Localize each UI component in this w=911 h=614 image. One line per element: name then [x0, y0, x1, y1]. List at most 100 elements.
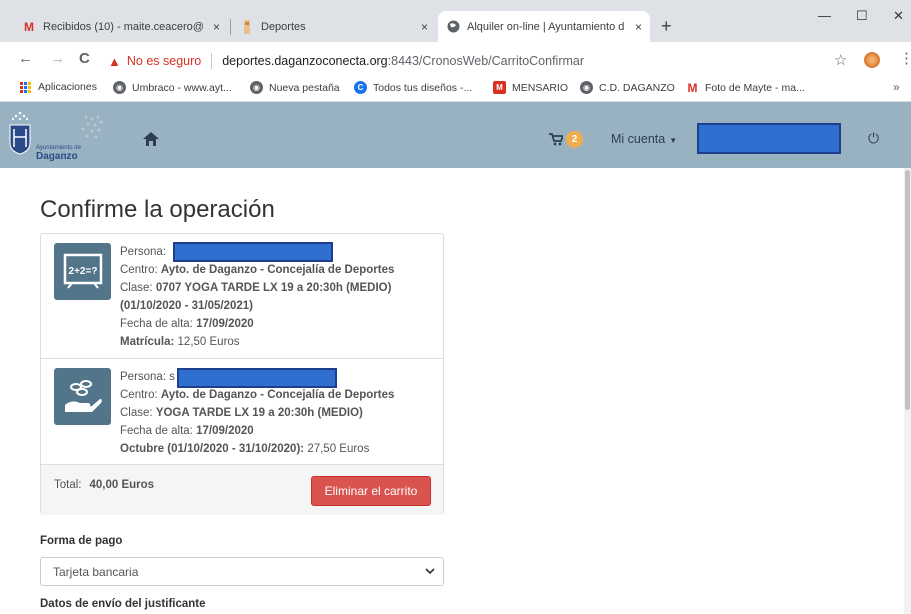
centro-row: Centro: Ayto. de Daganzo - Concejalía de… [120, 386, 394, 404]
daganzo-logo[interactable]: Ayuntamiento de Daganzo [8, 109, 108, 163]
minimize-button[interactable]: — [818, 8, 831, 23]
centro-label: Centro: [120, 389, 158, 401]
clase-label: Clase: [120, 282, 153, 294]
chevron-down-icon [425, 568, 435, 575]
extension-avatar-icon[interactable] [864, 52, 880, 68]
clase-row: Clase: YOGA TARDE LX 19 a 20:30h (MEDIO) [120, 404, 394, 422]
clase-dates: (01/10/2020 - 31/05/2021) [120, 300, 253, 312]
bookmark-label: MENSARIO [512, 81, 569, 94]
account-menu[interactable]: Mi cuenta ▼ [611, 132, 677, 146]
scrollbar-thumb[interactable] [905, 170, 910, 410]
url-omnibox[interactable]: ▲ No es seguro deportes.daganzoconecta.o… [108, 53, 584, 69]
fecha-row: Fecha de alta: 17/09/2020 [120, 422, 394, 440]
clase-row: Clase: 0707 YOGA TARDE LX 19 a 20:30h (M… [120, 279, 394, 297]
cart-total: Total: 40,00 Euros [54, 479, 154, 491]
canva-icon: C [354, 81, 367, 94]
bookmark-cd-daganzo[interactable]: ◉ C.D. DAGANZO [580, 81, 675, 94]
window-close-button[interactable]: ✕ [893, 8, 904, 24]
tab-separator [230, 19, 231, 35]
browser-menu-icon[interactable]: ⋮ [899, 49, 911, 67]
bookmark-foto-mayte[interactable]: M Foto de Mayte - ma... [686, 80, 805, 95]
back-button[interactable]: ← [18, 51, 33, 66]
power-icon[interactable]: ⏻ [868, 130, 879, 147]
hand-coins-icon [54, 368, 111, 425]
math-board-text: 2+2=? [68, 266, 97, 277]
mensualidad-row: Octubre (01/10/2020 - 31/10/2020): 27,50… [120, 440, 394, 458]
centro-value: Ayto. de Daganzo - Concejalía de Deporte… [160, 389, 395, 401]
centro-label: Centro: [120, 264, 158, 276]
globe-icon: ◉ [250, 81, 263, 94]
tab-close-icon[interactable]: × [213, 20, 220, 34]
bookmark-label: C.D. DAGANZO [599, 81, 675, 94]
tab-title: Deportes [261, 20, 306, 33]
bookmark-nueva-pestana[interactable]: ◉ Nueva pestaña [250, 81, 340, 94]
payment-selected-value: Tarjeta bancaria [53, 564, 139, 579]
globe-icon [446, 20, 460, 34]
redacted-username [697, 123, 841, 154]
warning-icon: ▲ [108, 53, 121, 69]
omnibox-separator [211, 53, 213, 69]
browser-tab-bar: M Recibidos (10) - maite.ceacero@ × Depo… [0, 0, 911, 42]
bookmark-label: Nueva pestaña [269, 81, 340, 94]
remove-cart-button[interactable]: Eliminar el carrito [311, 476, 431, 506]
total-label: Total: [54, 479, 82, 491]
redacted-persona [173, 242, 333, 262]
tab-gmail[interactable]: M Recibidos (10) - maite.ceacero@ × [14, 11, 228, 42]
bookmark-aplicaciones[interactable]: Aplicaciones [20, 81, 97, 93]
tab-close-icon[interactable]: × [421, 20, 428, 34]
matricula-value: 12,50 Euros [177, 336, 240, 348]
bookmark-umbraco[interactable]: ◉ Umbraco - www.ayt... [113, 81, 232, 94]
cart-button[interactable]: 2 [549, 131, 583, 148]
fecha-value: 17/09/2020 [196, 318, 254, 330]
cart-footer: Total: 40,00 Euros Eliminar el carrito [41, 464, 443, 515]
cart-item: Persona: s Centro: Ayto. de Daganzo - Co… [41, 360, 443, 464]
mensualidad-value: 27,50 Euros [307, 443, 370, 455]
security-indicator[interactable]: No es seguro [127, 54, 201, 68]
bookmark-mensario[interactable]: M MENSARIO [493, 81, 568, 94]
persona-label: Persona: [120, 371, 167, 383]
persona-label: Persona: [120, 246, 167, 258]
url-host: deportes.daganzoconecta.org [222, 54, 388, 68]
clase-value: 0707 YOGA TARDE LX 19 a 20:30h (MEDIO) [155, 282, 392, 294]
deportes-favicon [240, 19, 254, 34]
fecha-label: Fecha de alta: [120, 425, 193, 437]
bookmark-label: Foto de Mayte - ma... [705, 81, 805, 94]
apps-icon [20, 81, 31, 93]
mensario-icon: M [493, 81, 506, 94]
tab-alquiler-active[interactable]: Alquiler on-line | Ayuntamiento d × [438, 11, 650, 42]
clase-value: YOGA TARDE LX 19 a 20:30h (MEDIO) [155, 407, 363, 419]
tab-title: Recibidos (10) - maite.ceacero@ [43, 20, 204, 33]
globe-icon: ◉ [580, 81, 593, 94]
new-tab-button[interactable]: + [661, 17, 672, 35]
clase-dates-row: (01/10/2020 - 31/05/2021) [120, 297, 394, 315]
tab-deportes[interactable]: Deportes × [232, 11, 436, 42]
bookmark-label: Todos tus diseños -... [373, 81, 473, 94]
bookmarks-overflow-icon[interactable]: » [893, 80, 900, 94]
url-path: :8443/CronosWeb/CarritoConfirmar [387, 54, 585, 68]
mensualidad-label: Octubre (01/10/2020 - 31/10/2020): [120, 443, 305, 455]
home-icon[interactable] [143, 132, 159, 146]
url-text: deportes.daganzoconecta.org:8443/CronosW… [222, 54, 584, 68]
bookmark-canva[interactable]: C Todos tus diseños -... [354, 81, 472, 94]
maximize-button[interactable]: ☐ [856, 8, 868, 24]
payment-method-label: Forma de pago [40, 535, 123, 547]
bookmark-label: Umbraco - www.ayt... [132, 81, 232, 94]
globe-icon: ◉ [113, 81, 126, 94]
tab-close-icon[interactable]: × [635, 20, 642, 34]
gmail-icon: M [24, 19, 34, 34]
fecha-row: Fecha de alta: 17/09/2020 [120, 315, 394, 333]
forward-button[interactable]: → [50, 51, 65, 66]
math-board-icon: 2+2=? [54, 243, 111, 300]
tab-title: Alquiler on-line | Ayuntamiento d [467, 20, 625, 33]
payment-method-select[interactable]: Tarjeta bancaria [40, 557, 444, 586]
total-value: 40,00 Euros [89, 479, 155, 491]
centro-value: Ayto. de Daganzo - Concejalía de Deporte… [160, 264, 395, 276]
redacted-persona [177, 368, 337, 388]
bookmark-star-icon[interactable]: ☆ [834, 51, 847, 69]
cart-item: 2+2=? Persona: Centro: Ayto. de Daganzo … [41, 234, 443, 359]
reload-button[interactable]: C [79, 51, 90, 66]
gmail-icon: M [687, 80, 698, 95]
matricula-row: Matrícula: 12,50 Euros [120, 333, 394, 351]
caret-down-icon: ▼ [669, 136, 678, 145]
fecha-value: 17/09/2020 [196, 425, 254, 437]
